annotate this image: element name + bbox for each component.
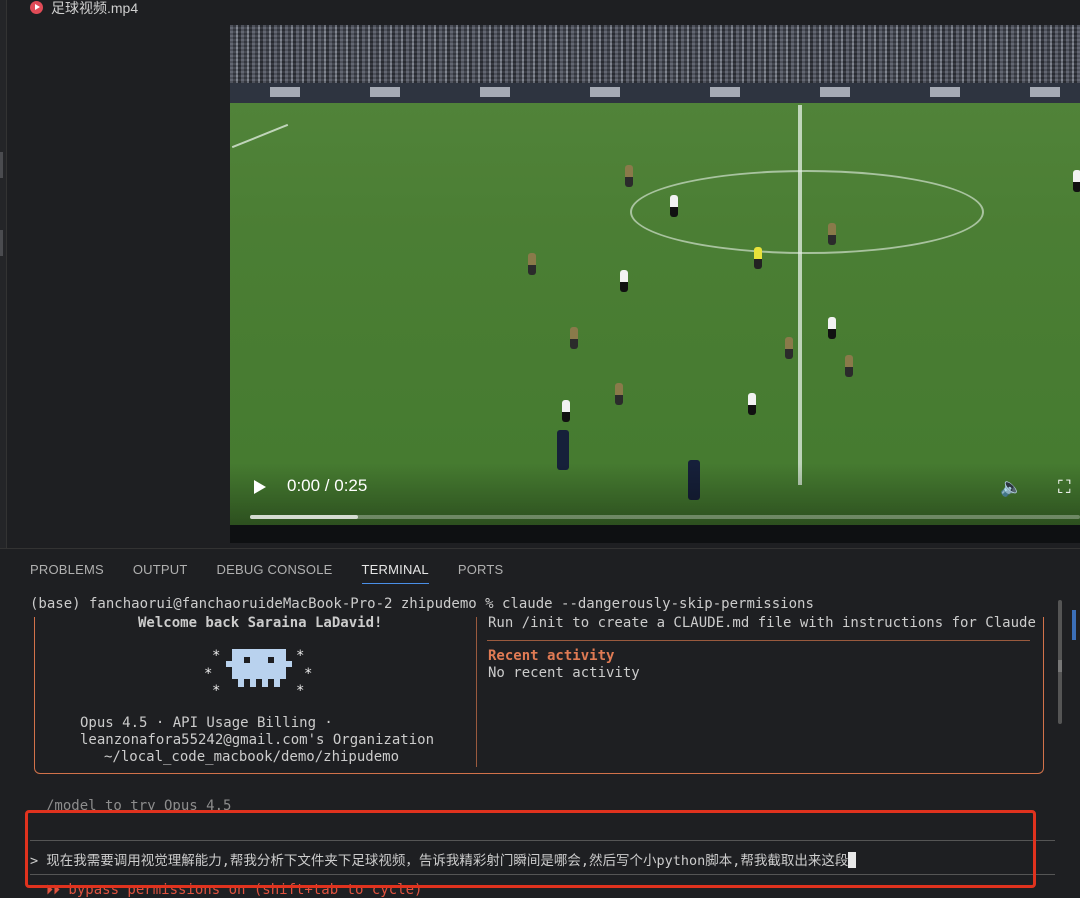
seek-bar[interactable] <box>250 515 1080 519</box>
player <box>625 165 633 187</box>
player <box>785 337 793 359</box>
referee <box>754 247 762 269</box>
welcome-box-divider <box>476 617 477 767</box>
player <box>1073 170 1080 192</box>
panel-tabs: PROBLEMS OUTPUT DEBUG CONSOLE TERMINAL P… <box>30 562 503 584</box>
activity-marker <box>0 230 3 256</box>
player <box>748 393 756 415</box>
cwd-info: ~/local_code_macbook/demo/zhipudemo <box>104 749 400 765</box>
overview-ruler-marker <box>1072 610 1076 640</box>
video-controls: 0:00 / 0:25 🔈 ⛶ <box>230 471 1080 543</box>
welcome-text: Welcome back Saraina LaDavid! <box>138 615 383 631</box>
model-info: Opus 4.5 · API Usage Billing · <box>80 715 333 731</box>
tab-output[interactable]: OUTPUT <box>133 562 188 584</box>
player <box>670 195 678 217</box>
advertising-boards <box>230 83 1080 103</box>
tab-ports[interactable]: PORTS <box>458 562 504 584</box>
scrollbar-marker <box>1058 660 1062 672</box>
tab-debug-console[interactable]: DEBUG CONSOLE <box>217 562 333 584</box>
activity-marker <box>0 152 3 178</box>
recent-activity-title: Recent activity <box>488 648 615 664</box>
volume-icon[interactable]: 🔈 <box>1000 477 1022 498</box>
annotation-highlight-box <box>25 810 1036 888</box>
sparkle-icon: * <box>212 648 221 664</box>
activity-strip <box>0 0 7 548</box>
player <box>562 400 570 422</box>
panel-divider <box>0 548 1080 549</box>
claude-mascot-icon <box>226 649 292 687</box>
fullscreen-icon[interactable]: ⛶ <box>1058 477 1071 498</box>
player <box>570 327 578 349</box>
player <box>828 223 836 245</box>
video-player[interactable]: 0:00 / 0:25 🔈 ⛶ <box>230 25 1080 543</box>
recent-activity-text: No recent activity <box>488 665 640 681</box>
sparkle-icon: * <box>212 683 221 699</box>
video-file-icon <box>30 0 43 14</box>
tab-problems[interactable]: PROBLEMS <box>30 562 104 584</box>
welcome-box-hdivider <box>487 640 1030 641</box>
sparkle-icon: * <box>304 666 313 682</box>
stadium-crowd <box>230 25 1080 87</box>
tips-text: Run /init to create a CLAUDE.md file wit… <box>488 615 1036 631</box>
time-display: 0:00 / 0:25 <box>287 476 368 495</box>
file-tab[interactable]: 足球视频.mp4 <box>30 0 138 16</box>
tab-terminal[interactable]: TERMINAL <box>361 562 429 584</box>
sparkle-icon: * <box>296 648 305 664</box>
seek-bar-buffered <box>250 515 358 519</box>
player <box>828 317 836 339</box>
player <box>845 355 853 377</box>
file-tab-label: 足球视频.mp4 <box>51 0 139 16</box>
center-circle <box>630 170 984 254</box>
player <box>615 383 623 405</box>
terminal-command-line: (base) fanchaorui@fanchaoruideMacBook-Pr… <box>30 596 814 612</box>
halfway-line <box>798 105 802 485</box>
player <box>528 253 536 275</box>
org-info: leanzonafora55242@gmail.com's Organizati… <box>80 732 435 748</box>
pitch-line <box>231 123 289 149</box>
player <box>620 270 628 292</box>
play-button[interactable] <box>254 480 266 494</box>
sparkle-icon: * <box>296 683 305 699</box>
sparkle-icon: * <box>204 666 213 682</box>
